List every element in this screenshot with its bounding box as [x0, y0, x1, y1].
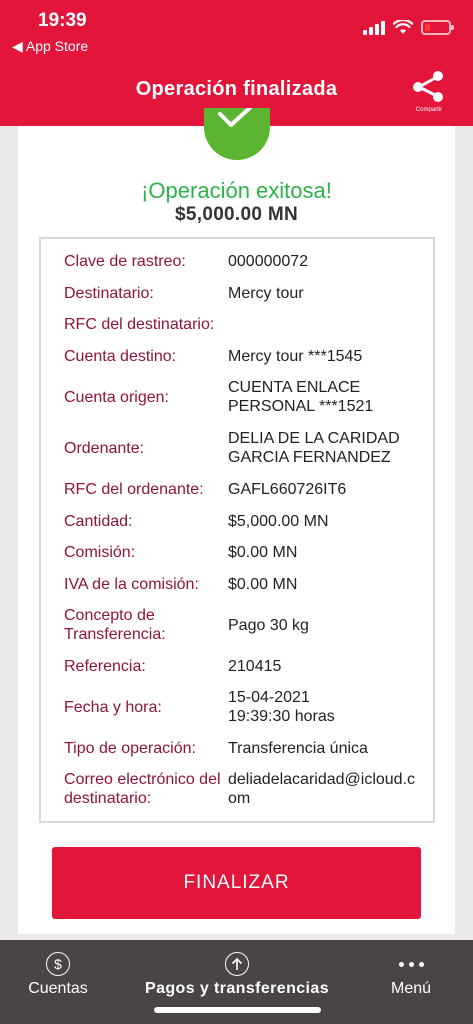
- receipt-card: ¡Operación exitosa! $5,000.00 MN Clave d…: [18, 108, 455, 934]
- more-dots-icon: [378, 952, 444, 976]
- nav-label: Menú: [390, 980, 432, 997]
- detail-value: $0.00 MN: [228, 576, 298, 593]
- battery-low-icon: [421, 20, 454, 35]
- detail-value: 000000072: [228, 253, 309, 270]
- detail-label: Correo electrónico del destinatario:: [64, 771, 221, 807]
- detail-label: Cantidad:: [64, 513, 133, 530]
- detail-value: Mercy tour: [228, 285, 304, 302]
- nav-item-accounts[interactable]: $ Cuentas: [20, 952, 96, 998]
- share-label: Compartir: [415, 107, 443, 113]
- nav-item-payments[interactable]: Pagos y transferencias: [134, 952, 340, 998]
- detail-value: GAFL660726IT6: [228, 481, 347, 498]
- detail-value: $0.00 MN: [228, 544, 298, 561]
- detail-label: RFC del ordenante:: [64, 481, 204, 498]
- share-button[interactable]: Compartir: [409, 70, 449, 114]
- detail-label: Clave de rastreo:: [64, 253, 186, 270]
- detail-value: Pago 30 kg: [228, 617, 309, 634]
- detail-value: CUENTA ENLACE PERSONAL ***1521: [228, 379, 374, 415]
- wifi-icon: [393, 20, 413, 34]
- page-title: Operación finalizada: [135, 78, 338, 100]
- detail-label: RFC del destinatario:: [64, 316, 215, 333]
- back-to-app-store-link[interactable]: ◀ App Store: [12, 38, 88, 55]
- detail-value: Mercy tour ***1545: [228, 348, 363, 365]
- detail-label: IVA de la comisión:: [64, 576, 199, 593]
- finish-button[interactable]: FINALIZAR: [52, 847, 421, 919]
- success-check-icon: [204, 108, 270, 160]
- home-indicator[interactable]: [154, 1007, 321, 1013]
- dollar-icon: $: [46, 952, 70, 976]
- nav-label: Pagos y transferencias: [145, 980, 329, 997]
- detail-value: deliadelacaridad@icloud.com: [228, 771, 416, 807]
- status-icons: [363, 20, 454, 35]
- detail-label: Comisión:: [64, 544, 136, 561]
- detail-value: DELIA DE LA CARIDAD GARCIA FERNANDEZ: [228, 430, 400, 466]
- details-box: Clave de rastreo: 000000072 Destinatario…: [39, 237, 435, 823]
- detail-value: $5,000.00 MN: [228, 513, 329, 530]
- detail-value: 15-04-2021 19:39:30 horas: [228, 689, 335, 725]
- detail-label: Tipo de operación:: [64, 740, 196, 757]
- detail-label: Referencia:: [64, 658, 146, 675]
- signal-icon: [363, 20, 385, 35]
- detail-label: Cuenta origen:: [64, 389, 169, 406]
- detail-label: Cuenta destino:: [64, 348, 177, 365]
- arrow-up-icon: [225, 952, 249, 976]
- status-time: 19:39: [38, 10, 87, 31]
- detail-label: Destinatario:: [64, 285, 154, 302]
- detail-label: Concepto de Transferencia:: [64, 607, 166, 643]
- detail-label: Fecha y hora:: [64, 699, 162, 716]
- share-icon: [413, 71, 443, 102]
- detail-value: 210415: [228, 658, 282, 675]
- nav-label: Cuentas: [28, 980, 88, 997]
- detail-value: Transferencia única: [228, 740, 368, 757]
- detail-label: Ordenante:: [64, 440, 145, 457]
- nav-item-menu[interactable]: Menú: [378, 952, 444, 998]
- operation-amount: $5,000.00 MN: [175, 204, 298, 225]
- success-message: ¡Operación exitosa!: [141, 178, 332, 203]
